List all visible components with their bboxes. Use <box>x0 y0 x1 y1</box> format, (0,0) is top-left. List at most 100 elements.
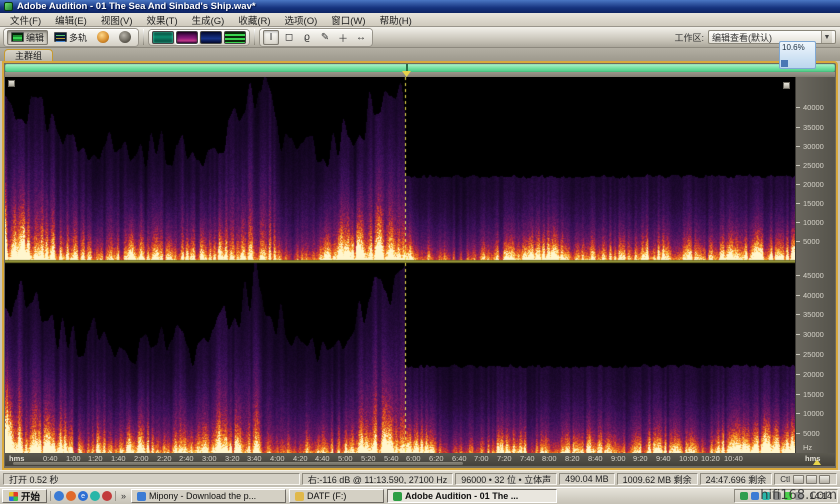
time-label-3:40: 3:40 <box>247 454 262 463</box>
waveform-icon <box>11 32 24 42</box>
menu-item-8[interactable]: 帮助(H) <box>374 13 418 27</box>
task-label: DATF (F:) <box>307 491 346 501</box>
freq-label-bottom-5000: 5000 <box>803 429 820 438</box>
menu-item-5[interactable]: 收藏(R) <box>232 13 276 27</box>
frequency-ruler[interactable]: 4000035000300002500020000150001000050004… <box>795 77 835 453</box>
view-switch-group: 编辑 多轨 <box>4 29 138 46</box>
ie-icon[interactable]: e <box>78 491 88 501</box>
marquee-selection-tool[interactable]: ◻ <box>281 30 297 45</box>
resize-grip-icon[interactable] <box>819 475 830 484</box>
time-label-4:20: 4:20 <box>293 454 308 463</box>
freq-tick <box>796 354 800 355</box>
spectral-pan-display-button[interactable] <box>200 31 222 44</box>
task-button-0[interactable]: Mipony - Download the p... <box>131 489 286 503</box>
edit-view-button[interactable]: 编辑 <box>7 30 48 45</box>
channel-select-handle-right[interactable] <box>783 82 790 89</box>
status-free-time: 24:47.696 剩余 <box>700 473 773 485</box>
menu-item-3[interactable]: 效果(T) <box>140 13 183 27</box>
firefox-icon[interactable] <box>66 491 76 501</box>
windows-flag-icon <box>9 492 18 501</box>
msn-icon[interactable] <box>90 491 100 501</box>
chevron-down-icon[interactable]: ▼ <box>821 31 832 43</box>
time-label-2:20: 2:20 <box>157 454 172 463</box>
time-label-3:20: 3:20 <box>225 454 240 463</box>
spectrogram-display[interactable] <box>5 77 795 453</box>
menu-item-2[interactable]: 视图(V) <box>95 13 139 27</box>
time-label-9:40: 9:40 <box>656 454 671 463</box>
menu-item-7[interactable]: 窗口(W) <box>325 13 371 27</box>
freq-label-bottom-45000: 45000 <box>803 271 824 280</box>
freq-label-top-40000: 40000 <box>803 103 824 112</box>
save-status-icon <box>806 475 817 484</box>
freq-label-bottom-15000: 15000 <box>803 390 824 399</box>
tab-main-group[interactable]: 主群组 <box>4 49 53 61</box>
time-label-1:20: 1:20 <box>88 454 103 463</box>
menu-item-4[interactable]: 生成(G) <box>186 13 231 27</box>
time-unit-right: hms <box>805 454 820 463</box>
freq-label-bottom-30000: 30000 <box>803 330 824 339</box>
menu-item-0[interactable]: 文件(F) <box>4 13 47 27</box>
time-selection-tool[interactable]: I <box>263 30 279 45</box>
window-title: Adobe Audition - 01 The Sea And Sinbad's… <box>17 1 256 12</box>
panel-tab-row: 主群组 <box>0 48 840 61</box>
effects-paintbrush-tool[interactable]: ＋ <box>335 30 351 45</box>
status-cursor-info: 右:-116 dB @ 11:13.590, 27100 Hz <box>302 473 453 485</box>
quick-launch-bar: e <box>50 491 116 501</box>
scrub-tool[interactable]: ↔ <box>353 30 369 45</box>
start-button[interactable]: 开始 <box>2 489 47 503</box>
spectral-phase-display-button[interactable] <box>224 31 246 44</box>
tray-messenger-icon[interactable] <box>751 492 759 500</box>
freq-label-top-5000: 5000 <box>803 237 820 246</box>
watermark: hifi168.com <box>760 488 837 503</box>
menu-item-6[interactable]: 选项(O) <box>279 13 324 27</box>
freq-label-top-15000: 15000 <box>803 199 824 208</box>
toolbar: 编辑 多轨 I◻ϱ✎＋↔ 工作区: 编辑查看(默认) ▼ <box>0 27 840 48</box>
spectral-frequency-display-button[interactable] <box>176 31 198 44</box>
quick-launch-overflow[interactable]: » <box>119 491 128 501</box>
cd-view-button[interactable] <box>93 30 113 45</box>
cd-icon <box>97 31 109 43</box>
zoom-navigator-bar[interactable] <box>5 64 835 72</box>
bridge-button[interactable] <box>115 30 135 45</box>
menu-item-1[interactable]: 编辑(E) <box>49 13 93 27</box>
status-bar: 打开 0.52 秒 右:-116 dB @ 11:13.590, 27100 H… <box>0 470 840 487</box>
workspace-value: 编辑查看(默认) <box>712 31 772 44</box>
channel-select-handle-left[interactable] <box>8 80 15 87</box>
brush-selection-tool[interactable]: ✎ <box>317 30 333 45</box>
time-label-7:00: 7:00 <box>474 454 489 463</box>
multitrack-view-button[interactable]: 多轨 <box>50 30 91 45</box>
toolbar-separator <box>143 29 144 45</box>
time-label-5:40: 5:40 <box>384 454 399 463</box>
task-button-1[interactable]: DATF (F:) <box>289 489 384 503</box>
status-file-size: 490.04 MB <box>559 473 615 485</box>
title-bar[interactable]: Adobe Audition - 01 The Sea And Sinbad's… <box>0 0 840 13</box>
time-unit-left: hms <box>9 454 24 463</box>
lasso-selection-tool[interactable]: ϱ <box>299 30 315 45</box>
workspace-dropdown[interactable]: 编辑查看(默认) ▼ <box>708 30 836 44</box>
freq-tick <box>796 203 800 204</box>
freq-tick <box>796 127 800 128</box>
time-label-3:00: 3:00 <box>202 454 217 463</box>
freq-label-bottom-20000: 20000 <box>803 370 824 379</box>
task-icon <box>137 492 146 501</box>
mouse-status-icon <box>793 475 804 484</box>
freq-label-bottom-35000: 35000 <box>803 310 824 319</box>
time-label-10:00: 10:00 <box>679 454 698 463</box>
edit-view-label: 编辑 <box>26 31 44 44</box>
freq-label-top-10000: 10000 <box>803 218 824 227</box>
media-player-icon[interactable] <box>54 491 64 501</box>
task-button-2[interactable]: Adobe Audition - 01 The ... <box>387 489 557 503</box>
time-label-7:20: 7:20 <box>497 454 512 463</box>
winamp-icon[interactable] <box>102 491 112 501</box>
spectral-display-row: 4000035000300002500020000150001000050004… <box>5 77 835 453</box>
modifier-indicator: Ctl <box>780 475 790 484</box>
time-label-9:20: 9:20 <box>633 454 648 463</box>
time-label-5:00: 5:00 <box>338 454 353 463</box>
tray-network-icon[interactable] <box>740 492 748 500</box>
waveform-display-button[interactable] <box>152 31 174 44</box>
zoom-percent-tooltip: 10.6% <box>779 41 816 69</box>
freq-tick <box>796 184 800 185</box>
time-ruler[interactable]: hms0:401:001:201:402:002:202:403:003:203… <box>5 453 835 466</box>
task-label: Adobe Audition - 01 The ... <box>405 491 518 501</box>
time-label-1:00: 1:00 <box>66 454 81 463</box>
